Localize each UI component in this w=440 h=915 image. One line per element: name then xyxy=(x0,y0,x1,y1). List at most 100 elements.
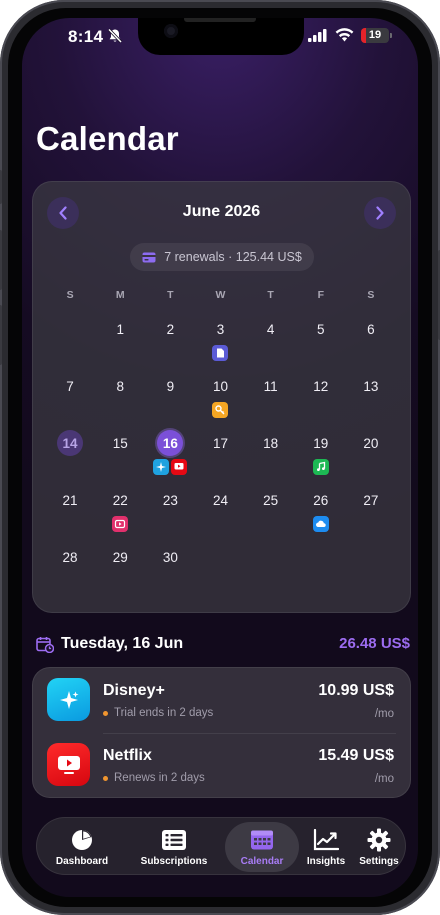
battery-nub xyxy=(390,33,392,38)
calendar-day-19[interactable]: 19 xyxy=(296,426,346,483)
calendar-day-3[interactable]: 3 xyxy=(195,312,245,369)
calendar-day-17[interactable]: 17 xyxy=(195,426,245,483)
calendar-day-1[interactable]: 1 xyxy=(95,312,145,369)
day-number: 23 xyxy=(162,492,178,508)
calendar-day-21[interactable]: 21 xyxy=(45,483,95,540)
tab-dashboard[interactable]: Dashboard xyxy=(43,822,121,872)
renewals-summary-text: 7 renewals · 125.44 US$ xyxy=(164,250,302,264)
day-number: 12 xyxy=(313,378,329,394)
calendar-day-10[interactable]: 10 xyxy=(195,369,245,426)
cloud-icon xyxy=(315,520,326,527)
screen: 8:14 19 Calendar June 2026 7 renewals · … xyxy=(22,18,418,897)
calendar-day-9[interactable]: 9 xyxy=(145,369,195,426)
calendar-day-26[interactable]: 26 xyxy=(296,483,346,540)
video-play-icon xyxy=(115,519,126,529)
day-number: 6 xyxy=(367,321,375,337)
calendar-day-16[interactable]: 16 xyxy=(145,426,195,483)
selected-day-label: Tuesday, 16 Jun xyxy=(61,635,184,652)
bell-muted-icon xyxy=(108,28,122,44)
subscription-price: 15.49 US$ xyxy=(318,747,394,764)
battery-indicator: 19 xyxy=(361,28,392,43)
volume-down-button xyxy=(0,305,2,365)
page-title: Calendar xyxy=(36,120,179,157)
status-dot xyxy=(103,775,108,781)
selected-day-number: 16 xyxy=(157,430,184,456)
calendar-day-8[interactable]: 8 xyxy=(95,369,145,426)
subscription-period: /mo xyxy=(374,773,394,785)
sparkle-icon xyxy=(156,462,167,472)
tab-label: Subscriptions xyxy=(140,856,208,867)
renewal-badges xyxy=(312,516,329,532)
tab-insights[interactable]: Insights xyxy=(301,822,351,872)
calendar-day-27[interactable]: 27 xyxy=(346,483,396,540)
day-number: 8 xyxy=(116,378,124,394)
list-icon xyxy=(162,830,186,850)
calendar-day-11[interactable]: 11 xyxy=(246,369,296,426)
day-number: 28 xyxy=(62,549,78,565)
calendar-icon xyxy=(251,830,273,850)
tab-subscriptions[interactable]: Subscriptions xyxy=(125,822,223,872)
day-number: 22 xyxy=(112,492,128,508)
subscription-row-netflix[interactable]: Netflix Renews in 2 days 15.49 US$ /mo xyxy=(33,733,410,798)
day-number: 2 xyxy=(166,321,175,337)
chevron-right-icon xyxy=(376,206,384,220)
day-number: 9 xyxy=(166,378,175,394)
calendar-day-6[interactable]: 6 xyxy=(346,312,396,369)
calendar-day-4[interactable]: 4 xyxy=(246,312,296,369)
volume-up-button xyxy=(0,230,2,290)
subscription-status-text: Trial ends in 2 days xyxy=(114,707,214,719)
day-number: 30 xyxy=(162,549,178,565)
day-number: 18 xyxy=(263,435,279,451)
day-number: 27 xyxy=(363,492,379,508)
key-icon xyxy=(215,405,225,415)
renewal-badge xyxy=(312,516,329,532)
music-note-icon xyxy=(316,461,325,471)
status-bar: 8:14 19 xyxy=(22,18,418,58)
day-number: 26 xyxy=(313,492,329,508)
calendar-day-20[interactable]: 20 xyxy=(346,426,396,483)
day-subscriptions-card: Disney+ Trial ends in 2 days 10.99 US$ /… xyxy=(32,667,411,798)
weekday-label: T xyxy=(167,289,174,301)
calendar-day-28[interactable]: 28 xyxy=(45,540,95,597)
renewal-badge xyxy=(312,459,329,475)
document-icon xyxy=(217,348,225,358)
day-number: 29 xyxy=(112,549,128,565)
status-dot xyxy=(103,710,108,716)
tab-calendar[interactable]: Calendar xyxy=(225,822,299,872)
day-number: 11 xyxy=(263,378,278,394)
day-number: 10 xyxy=(212,378,228,394)
calendar-day-25[interactable]: 25 xyxy=(246,483,296,540)
calendar-day-15[interactable]: 15 xyxy=(95,426,145,483)
weekday-label: F xyxy=(317,289,324,301)
calendar-day-13[interactable]: 13 xyxy=(346,369,396,426)
renewals-summary: 7 renewals · 125.44 US$ xyxy=(130,243,314,271)
calendar-day-30[interactable]: 30 xyxy=(145,540,195,597)
credit-card-icon xyxy=(142,252,156,262)
calendar-day-14[interactable]: 14 xyxy=(45,426,95,483)
next-month-button[interactable] xyxy=(364,197,396,229)
subscription-row-disney[interactable]: Disney+ Trial ends in 2 days 10.99 US$ /… xyxy=(33,668,410,733)
front-camera xyxy=(164,24,178,38)
day-number: 3 xyxy=(216,321,225,337)
renewal-badge xyxy=(153,459,170,475)
calendar-day-22[interactable]: 22 xyxy=(95,483,145,540)
calendar-day-18[interactable]: 18 xyxy=(246,426,296,483)
subscription-period: /mo xyxy=(374,708,394,720)
calendar-day-23[interactable]: 23 xyxy=(145,483,195,540)
calendar-day-24[interactable]: 24 xyxy=(195,483,245,540)
calendar-day-7[interactable]: 7 xyxy=(45,369,95,426)
tab-settings[interactable]: Settings xyxy=(355,822,403,872)
calendar-day-29[interactable]: 29 xyxy=(95,540,145,597)
day-number: 15 xyxy=(112,435,128,451)
today-day-number: 14 xyxy=(57,430,84,456)
subscription-status: Renews in 2 days xyxy=(103,772,205,784)
weekday-label: S xyxy=(66,289,74,301)
calendar-day-5[interactable]: 5 xyxy=(296,312,346,369)
calendar-day-12[interactable]: 12 xyxy=(296,369,346,426)
day-number: 20 xyxy=(363,435,379,451)
weekday-header: SMTWTFS xyxy=(45,289,396,301)
battery-percent: 19 xyxy=(368,29,382,41)
netflix-logo xyxy=(47,743,90,786)
calendar-day-2[interactable]: 2 xyxy=(145,312,195,369)
day-number: 17 xyxy=(212,435,228,451)
